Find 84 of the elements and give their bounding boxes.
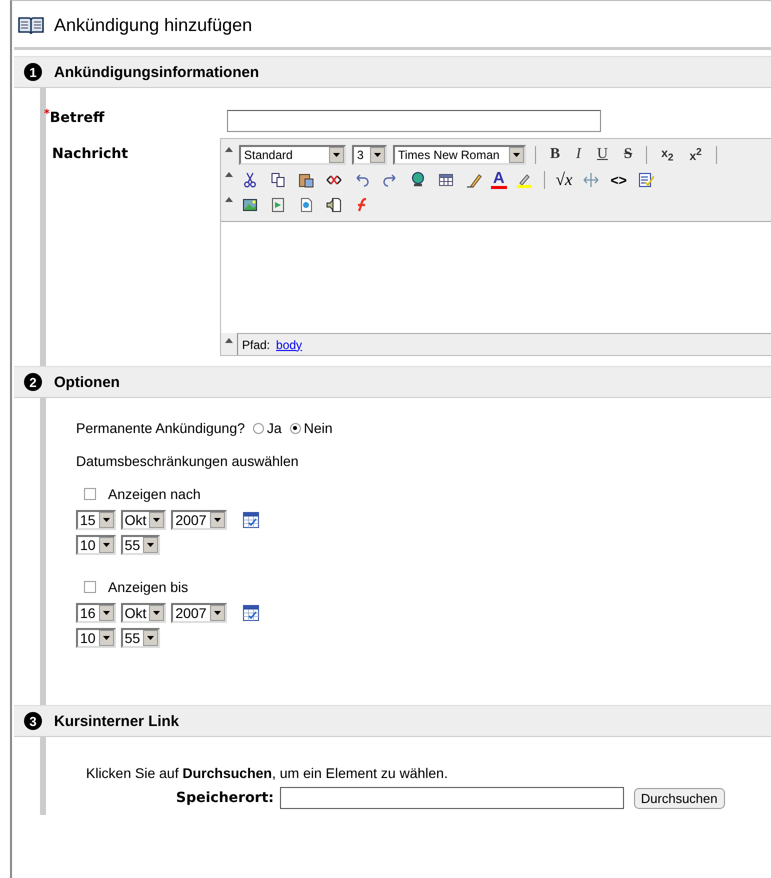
location-field[interactable] [280, 787, 624, 809]
field-label: Betreff [50, 110, 104, 126]
dropdown[interactable]: 3 [352, 144, 387, 164]
caret-icon[interactable] [102, 518, 110, 522]
section-title: Ankündigungsinformationen [54, 64, 259, 80]
arrows-icon[interactable] [583, 172, 600, 188]
path-label: Pfad: [242, 338, 270, 352]
caret-icon[interactable] [102, 636, 110, 640]
book-icon [18, 15, 44, 35]
required-mark: * [44, 110, 50, 122]
section-title: Optionen [54, 374, 120, 390]
format-button[interactable]: x$_{2}$ [656, 146, 678, 164]
speaker-file-icon[interactable] [326, 196, 342, 212]
collapse-icon[interactable] [225, 171, 233, 177]
image-icon[interactable] [242, 196, 258, 212]
day-dropdown[interactable]: 15 [76, 510, 116, 530]
format-button[interactable]: I [571, 146, 586, 163]
radio-button[interactable] [290, 422, 301, 434]
day-dropdown[interactable]: 16 [76, 603, 116, 623]
text-editor[interactable]: Standard 3 Times New Roman B I U S x$_{2}$ x$^{2}$ A √x <> Pfad: body [220, 138, 771, 356]
radio-button[interactable] [252, 422, 264, 434]
caret-icon[interactable] [214, 518, 221, 522]
collapse-icon[interactable] [225, 337, 233, 343]
calendar-icon[interactable] [242, 604, 260, 622]
checkbox[interactable] [84, 488, 96, 500]
collapse-icon[interactable] [225, 146, 233, 152]
caret-icon[interactable] [147, 543, 154, 547]
pen-icon[interactable] [466, 172, 482, 188]
format-button[interactable]: U [592, 146, 613, 163]
caret-icon[interactable] [153, 611, 160, 615]
collapse-icon[interactable] [225, 196, 233, 202]
section-title: Kursinterner Link [54, 712, 180, 730]
hour-dropdown[interactable]: 10 [76, 535, 116, 555]
caret-icon[interactable] [513, 152, 520, 156]
equation-button[interactable]: √x [554, 170, 574, 190]
year-dropdown[interactable]: 2007 [171, 603, 227, 623]
redo-icon[interactable] [382, 172, 398, 188]
format-button[interactable]: S [618, 146, 638, 163]
calendar-icon[interactable] [242, 511, 260, 529]
browse-button[interactable]: Durchsuchen [634, 788, 724, 808]
scissors-icon[interactable] [242, 172, 258, 188]
field-label: Speicherort: [176, 790, 274, 806]
option-label: Permanente Ankündigung? [76, 420, 245, 436]
subject-field[interactable] [227, 110, 601, 132]
caret-icon[interactable] [102, 611, 110, 615]
month-dropdown[interactable]: Okt [120, 603, 166, 623]
html-button[interactable]: <> [608, 172, 629, 188]
path-link[interactable]: body [276, 338, 302, 352]
checkbox-label: Anzeigen bis [108, 579, 188, 595]
caret-icon[interactable] [102, 543, 110, 547]
instruction-text: Klicken Sie auf Durchsuchen, um ein Element zu wählen. [86, 765, 449, 781]
globe-link-icon[interactable] [410, 172, 426, 188]
field-label: Nachricht [52, 146, 128, 162]
highlighter-icon[interactable] [516, 172, 532, 188]
font-color-button[interactable]: A [491, 170, 507, 188]
checkbox[interactable] [84, 581, 96, 593]
radio-label: Ja [266, 420, 282, 436]
year-dropdown[interactable]: 2007 [171, 510, 227, 530]
checklist-icon[interactable] [638, 172, 654, 188]
page-title: Ankündigung hinzufügen [54, 14, 252, 36]
hour-dropdown[interactable]: 10 [76, 628, 116, 648]
caret-icon[interactable] [333, 152, 340, 156]
format-button[interactable]: x$^{2}$ [684, 146, 707, 162]
caret-icon[interactable] [153, 518, 160, 522]
dropdown[interactable]: Standard [239, 144, 346, 164]
copy-icon[interactable] [270, 172, 286, 188]
caret-icon[interactable] [214, 611, 221, 615]
document-search-icon[interactable] [298, 196, 314, 212]
step-number: 2 [24, 373, 42, 391]
step-number: 3 [24, 712, 42, 730]
caret-icon[interactable] [147, 636, 154, 640]
month-dropdown[interactable]: Okt [120, 510, 166, 530]
option-label: Datumsbeschränkungen auswählen [76, 453, 299, 469]
radio-label: Nein [304, 420, 333, 436]
dropdown[interactable]: Times New Roman [393, 144, 526, 164]
minute-dropdown[interactable]: 55 [120, 628, 160, 648]
step-number: 1 [24, 63, 42, 81]
minute-dropdown[interactable]: 55 [120, 535, 160, 555]
media-file-icon[interactable] [270, 196, 286, 212]
format-button[interactable]: B [545, 146, 566, 163]
checkbox-label: Anzeigen nach [108, 486, 201, 502]
clipboard-icon[interactable] [298, 172, 314, 188]
undo-icon[interactable] [354, 172, 370, 188]
caret-icon[interactable] [374, 152, 381, 156]
